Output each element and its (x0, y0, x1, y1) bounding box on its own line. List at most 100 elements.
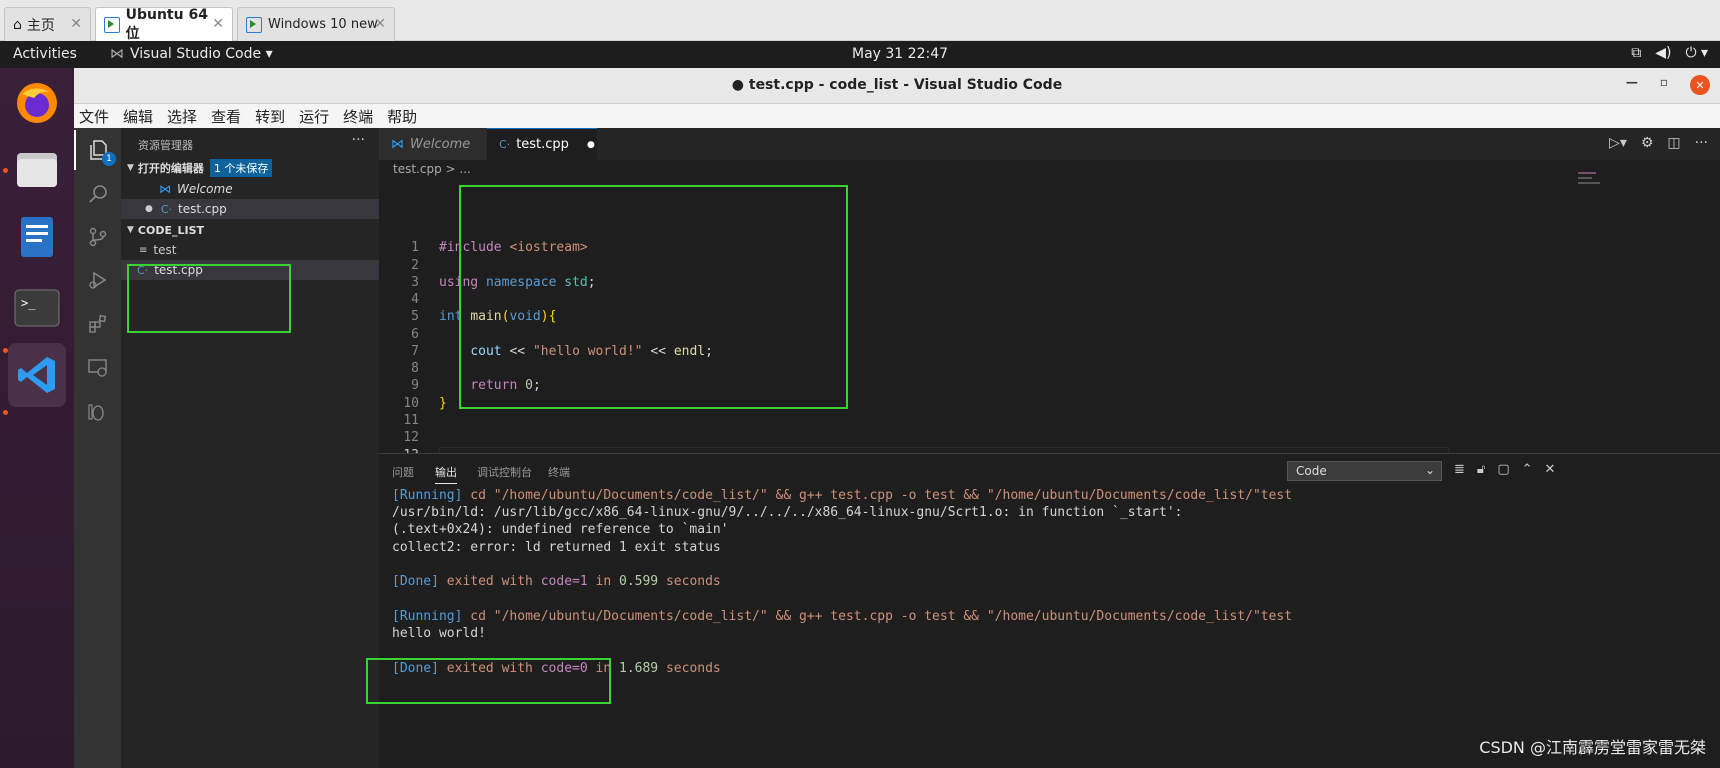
menu-help[interactable]: 帮助 (387, 106, 417, 127)
power-icon: ⏻ ▾ (1685, 45, 1708, 61)
more-actions-icon[interactable]: ··· (352, 132, 365, 148)
tab-debug-console[interactable]: 调试控制台 (477, 464, 532, 480)
output-line: /usr/bin/ld: /usr/lib/gcc/x86_64-linux-g… (392, 505, 1183, 520)
vm-tab-windows[interactable]: Windows 10 new ✕ (237, 7, 395, 41)
more-actions-icon[interactable]: ··· (1695, 135, 1708, 151)
dock-firefox[interactable] (8, 74, 66, 132)
explorer-title: 资源管理器 (138, 139, 193, 152)
tab-label: test.cpp (516, 137, 569, 152)
unsaved-dot-icon: ● (145, 204, 153, 214)
window-title: ● test.cpp - code_list - Visual Studio C… (731, 77, 1063, 93)
vscode-small-icon: ⋈ (110, 46, 124, 62)
minimap[interactable] (1578, 162, 1638, 192)
open-editor-welcome[interactable]: ⋈ Welcome (121, 179, 379, 199)
menu-edit[interactable]: 编辑 (123, 106, 153, 127)
vscode-icon (18, 357, 55, 393)
output-line: [Running] cd "/home/ubuntu/Documents/cod… (392, 609, 1292, 624)
tab-welcome[interactable]: ⋈ Welcome (379, 128, 487, 160)
app-menu-label: Visual Studio Code (130, 46, 262, 62)
activities-button[interactable]: Activities (13, 46, 77, 62)
explorer-button[interactable]: 1 (74, 130, 121, 170)
menu-file[interactable]: 文件 (79, 106, 109, 127)
chevron-up-icon[interactable]: ⌃ (1522, 462, 1533, 477)
menu-view[interactable]: 查看 (211, 106, 241, 127)
clock[interactable]: May 31 22:47 (852, 46, 948, 62)
remote-explorer-button[interactable] (74, 348, 121, 388)
menu-terminal[interactable]: 终端 (343, 106, 373, 127)
output-line: (.text+0x24): undefined reference to `ma… (392, 522, 729, 537)
tab-terminal[interactable]: 终端 (548, 464, 570, 480)
open-editors-section[interactable]: ▼ 打开的编辑器 1 个未保存 (121, 158, 379, 178)
vm-tab-ubuntu[interactable]: Ubuntu 64 位 ✕ (95, 7, 233, 42)
dock-files[interactable] (8, 140, 66, 198)
file-test[interactable]: ≡ test (121, 240, 379, 260)
dock-vscode[interactable] (8, 343, 66, 407)
settings-gear-icon[interactable]: ⚙ (1641, 135, 1654, 151)
dock-terminal[interactable]: >_ (8, 279, 66, 337)
tab-problems[interactable]: 问题 (392, 464, 414, 480)
vm-tab-home[interactable]: ⌂ 主页 ✕ (4, 7, 91, 41)
folder-icon (17, 153, 57, 187)
maximize-panel-icon[interactable]: ▢ (1497, 462, 1509, 477)
close-icon[interactable]: ✕ (374, 16, 386, 32)
line-number: 8 (411, 361, 419, 376)
minimize-icon[interactable]: — (1626, 75, 1638, 95)
breadcrumb[interactable]: test.cpp > ... (393, 162, 471, 176)
run-debug-button[interactable] (74, 260, 121, 300)
maximize-icon[interactable]: ▫ (1660, 75, 1668, 95)
clear-output-icon[interactable]: ≣ (1454, 462, 1465, 477)
vm-tab-label: Windows 10 new (268, 17, 378, 32)
ubuntu-dock: >_ (0, 68, 74, 768)
close-icon[interactable]: ✕ (1690, 75, 1710, 95)
line-number: 4 (411, 292, 419, 307)
folder-code-list[interactable]: ▼ CODE_LIST (121, 220, 379, 240)
output-channel-select[interactable]: Code ⌄ (1287, 461, 1442, 481)
menu-go[interactable]: 转到 (255, 106, 285, 127)
panel-actions: ≣ 🔓︎ ▢ ⌃ ✕ (1454, 462, 1555, 477)
tab-output[interactable]: 输出 (435, 464, 457, 484)
svg-text:>_: >_ (21, 296, 36, 310)
linux-button[interactable] (74, 392, 121, 432)
running-indicator (3, 410, 8, 415)
elapsed-time: 1.689 (619, 661, 659, 676)
section-label: 打开的编辑器 (137, 162, 204, 175)
file-label: test (153, 243, 177, 257)
explorer-sidebar: 资源管理器 ··· ▼ 打开的编辑器 1 个未保存 ⋈ Welcome ● C·… (121, 128, 379, 768)
extensions-button[interactable] (74, 304, 121, 344)
close-icon[interactable]: ✕ (212, 16, 224, 32)
lock-scroll-icon[interactable]: 🔓︎ (1477, 462, 1485, 477)
vm-tab-label: 主页 (26, 17, 55, 34)
unsaved-dot-icon[interactable]: ● (587, 140, 595, 150)
extensions-icon (88, 314, 106, 333)
open-editor-label: Welcome (177, 182, 233, 196)
tab-test-cpp[interactable]: C· test.cpp ● (487, 128, 597, 160)
linux-tux-icon (87, 404, 104, 421)
vscode-file-icon: ⋈ (159, 182, 171, 196)
text-file-icon: ≡ (139, 244, 148, 256)
app-menu[interactable]: ⋈ Visual Studio Code ▾ (110, 46, 273, 62)
split-editor-icon[interactable]: ◫ (1667, 135, 1680, 151)
dock-writer[interactable] (8, 208, 66, 266)
command-text: cd "/home/ubuntu/Documents/code_list/" &… (462, 488, 1293, 503)
done-tag: [Done] (392, 574, 439, 589)
close-panel-icon[interactable]: ✕ (1545, 462, 1556, 477)
search-icon (88, 185, 107, 203)
source-control-icon (89, 227, 106, 247)
menu-selection[interactable]: 选择 (167, 106, 197, 127)
done-text: seconds (658, 661, 721, 676)
open-editor-test-cpp[interactable]: ● C· test.cpp (121, 199, 379, 219)
output-line: hello world! (392, 626, 486, 641)
search-button[interactable] (74, 174, 121, 214)
select-value: Code (1296, 464, 1327, 478)
line-number: 10 (403, 396, 419, 411)
editor-tabs: ⋈ Welcome C· test.cpp ● ▷▾ ⚙ ◫ ··· (379, 128, 1720, 160)
annotation-box-output (366, 658, 611, 704)
close-icon[interactable]: ✕ (70, 16, 82, 32)
source-control-button[interactable] (74, 217, 121, 257)
run-code-icon[interactable]: ▷▾ (1609, 135, 1627, 151)
menu-run[interactable]: 运行 (299, 106, 329, 127)
watermark: CSDN @江南霹雳堂雷家雷无桀 (1479, 738, 1706, 757)
cpp-file-icon: C· (160, 202, 173, 216)
system-tray[interactable]: ⧉ ◀) ⏻ ▾ (1631, 45, 1708, 61)
running-tag: [Running] (392, 488, 463, 503)
